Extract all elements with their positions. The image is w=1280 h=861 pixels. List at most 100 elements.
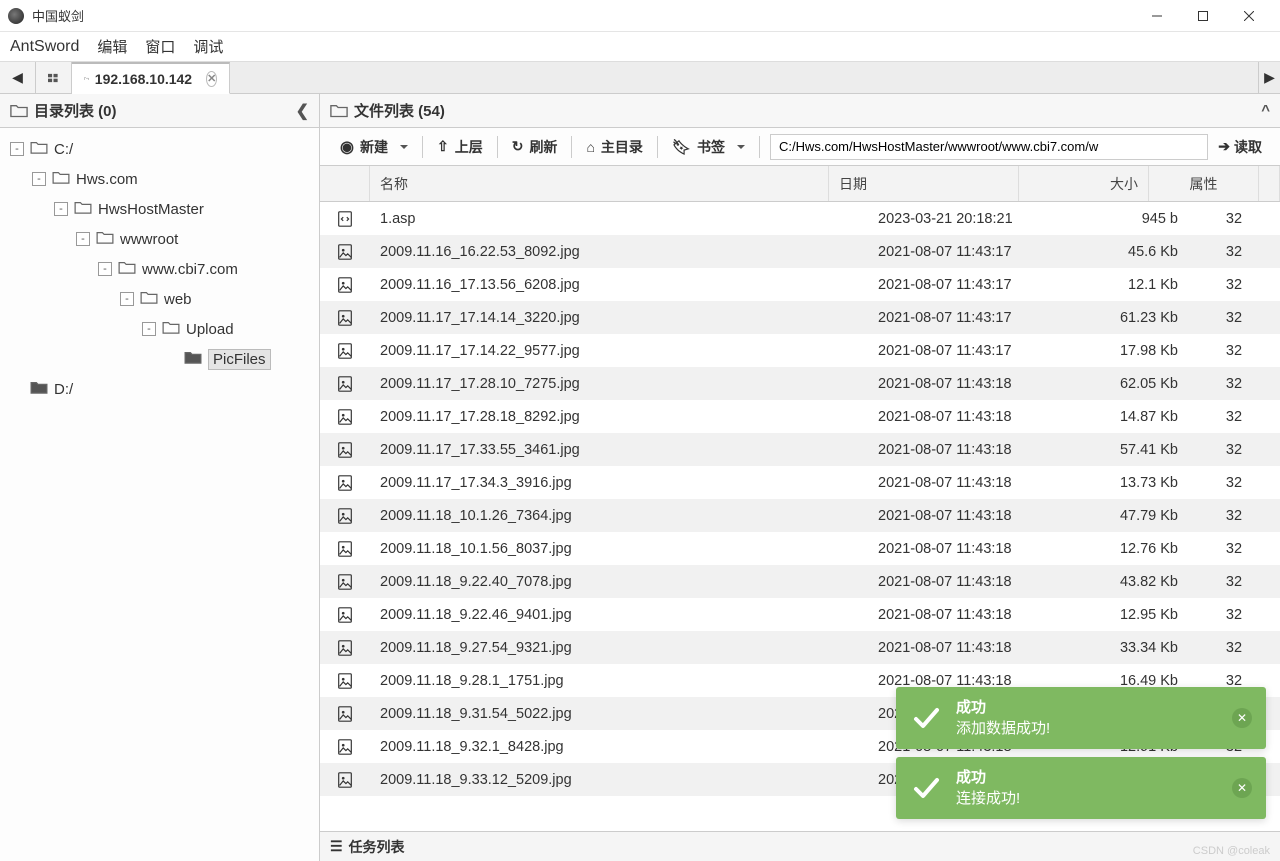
menu-window[interactable]: 窗口 [145, 36, 175, 57]
file-type-icon [320, 598, 370, 631]
tree-node[interactable]: -wwwroot [10, 224, 315, 254]
file-type-icon [320, 334, 370, 367]
file-name: 2009.11.18_10.1.56_8037.jpg [370, 532, 868, 565]
tree-node[interactable]: - www.cbi7.com [10, 254, 315, 284]
file-date: 2021-08-07 11:43:18 [868, 565, 1058, 598]
refresh-button[interactable]: ↻刷新 [500, 133, 570, 161]
folder-icon [140, 290, 164, 308]
table-row[interactable]: 2009.11.18_9.22.40_7078.jpg2021-08-07 11… [320, 565, 1280, 598]
read-button[interactable]: ➔读取 [1208, 137, 1272, 157]
file-size: 57.41 Kb [1058, 433, 1188, 466]
tab-next[interactable]: ▶ [1258, 62, 1280, 93]
expand-toggle[interactable]: - [10, 142, 24, 156]
minimize-button[interactable] [1134, 0, 1180, 32]
tree-label: HwsHostMaster [98, 201, 204, 218]
maximize-button[interactable] [1180, 0, 1226, 32]
table-row[interactable]: 2009.11.17_17.33.55_3461.jpg2021-08-07 1… [320, 433, 1280, 466]
menu-antsword[interactable]: AntSword [10, 38, 79, 56]
table-row[interactable]: 2009.11.17_17.28.10_7275.jpg2021-08-07 1… [320, 367, 1280, 400]
toast-title: 成功 [956, 767, 1218, 788]
file-size: 12.95 Kb [1058, 598, 1188, 631]
watermark: CSDN @coleak [1193, 845, 1270, 857]
tab-dashboard[interactable] [36, 62, 72, 93]
tree-node[interactable]: -Hws.com [10, 164, 315, 194]
table-row[interactable]: 2009.11.17_17.34.3_3916.jpg2021-08-07 11… [320, 466, 1280, 499]
expand-toggle[interactable]: - [98, 262, 112, 276]
table-row[interactable]: 2009.11.16_17.13.56_6208.jpg2021-08-07 1… [320, 268, 1280, 301]
task-bar[interactable]: ☰ 任务列表 [320, 831, 1280, 861]
file-date: 2021-08-07 11:43:18 [868, 598, 1058, 631]
file-date: 2021-08-07 11:43:17 [868, 301, 1058, 334]
toast-close-button[interactable]: ✕ [1232, 778, 1252, 798]
file-name: 2009.11.17_17.14.14_3220.jpg [370, 301, 868, 334]
tab-prev[interactable]: ◀ [0, 62, 36, 93]
collapse-up-icon[interactable]: ^ [1261, 102, 1270, 119]
tree-node[interactable]: -web [10, 284, 315, 314]
col-size[interactable]: 大小 [1019, 166, 1149, 201]
tab-host-label: 192.168.10.142 [95, 71, 192, 87]
expand-toggle[interactable]: - [54, 202, 68, 216]
table-row[interactable]: 2009.11.18_9.22.46_9401.jpg2021-08-07 11… [320, 598, 1280, 631]
tab-host[interactable]: 192.168.10.142 ✕ [72, 62, 230, 94]
table-row[interactable]: 1.asp2023-03-21 20:18:21945 b32 [320, 202, 1280, 235]
tree-node[interactable]: - HwsHostMaster [10, 194, 315, 224]
file-attr: 32 [1188, 334, 1280, 367]
file-size: 33.34 Kb [1058, 631, 1188, 664]
tree-node[interactable]: PicFiles [10, 344, 315, 374]
sidebar-header[interactable]: 目录列表 (0) ❮ [0, 94, 319, 128]
directory-tree[interactable]: -C:/-Hws.com-HwsHostMaster-wwwroot-www.c… [0, 128, 319, 861]
table-row[interactable]: 2009.11.17_17.14.22_9577.jpg2021-08-07 1… [320, 334, 1280, 367]
toast-body: 连接成功! [956, 788, 1218, 809]
folder-icon [10, 103, 28, 117]
table-row[interactable]: 2009.11.16_16.22.53_8092.jpg2021-08-07 1… [320, 235, 1280, 268]
file-date: 2021-08-07 11:43:18 [868, 367, 1058, 400]
file-date: 2021-08-07 11:43:18 [868, 499, 1058, 532]
file-attr: 32 [1188, 202, 1280, 235]
file-name: 2009.11.16_17.13.56_6208.jpg [370, 268, 868, 301]
file-name: 2009.11.18_9.22.46_9401.jpg [370, 598, 868, 631]
collapse-left-icon[interactable]: ❮ [296, 101, 309, 121]
expand-toggle[interactable]: - [120, 292, 134, 306]
col-name[interactable]: 名称 [370, 166, 829, 201]
bookmark-button[interactable]: 🔖︎书签 [660, 133, 757, 161]
expand-toggle[interactable]: - [32, 172, 46, 186]
toast-close-button[interactable]: ✕ [1232, 708, 1252, 728]
up-button[interactable]: ⇧上层 [425, 133, 495, 161]
file-type-icon [320, 532, 370, 565]
file-attr: 32 [1188, 301, 1280, 334]
expand-toggle[interactable]: - [142, 322, 156, 336]
toast-success: 成功添加数据成功! ✕ [896, 687, 1266, 749]
menu-debug[interactable]: 调试 [193, 36, 223, 57]
close-window-button[interactable] [1226, 0, 1272, 32]
home-button[interactable]: ⌂主目录 [574, 133, 654, 161]
tree-node[interactable]: -Upload [10, 314, 315, 344]
menu-edit[interactable]: 编辑 [97, 36, 127, 57]
window-title: 中国蚁剑 [32, 6, 1134, 25]
file-name: 2009.11.18_9.33.12_5209.jpg [370, 763, 868, 796]
tree-label: www.cbi7.com [142, 261, 238, 278]
tree-node[interactable]: D:/ [10, 374, 315, 404]
col-date[interactable]: 日期 [829, 166, 1019, 201]
app-icon [8, 8, 24, 24]
file-attr: 32 [1188, 565, 1280, 598]
titlebar: 中国蚁剑 [0, 0, 1280, 32]
check-icon [910, 772, 942, 804]
tree-node[interactable]: - C:/ [10, 134, 315, 164]
new-button[interactable]: ◉新建 [328, 133, 420, 161]
table-row[interactable]: 2009.11.17_17.28.18_8292.jpg2021-08-07 1… [320, 400, 1280, 433]
table-row[interactable]: 2009.11.18_10.1.56_8037.jpg2021-08-07 11… [320, 532, 1280, 565]
table-row[interactable]: 2009.11.17_17.14.14_3220.jpg2021-08-07 1… [320, 301, 1280, 334]
tree-label: PicFiles [208, 349, 271, 370]
col-attr[interactable]: 属性 [1149, 166, 1259, 201]
table-row[interactable]: 2009.11.18_9.27.54_9321.jpg2021-08-07 11… [320, 631, 1280, 664]
tree-label: C:/ [54, 141, 73, 158]
expand-toggle[interactable]: - [76, 232, 90, 246]
file-type-icon [320, 466, 370, 499]
up-icon: ⇧ [437, 138, 449, 155]
path-input[interactable] [770, 134, 1208, 160]
file-pane-header[interactable]: 文件列表 (54) ^ [320, 94, 1280, 128]
tab-close-icon[interactable]: ✕ [206, 71, 217, 87]
file-size: 62.05 Kb [1058, 367, 1188, 400]
table-row[interactable]: 2009.11.18_10.1.26_7364.jpg2021-08-07 11… [320, 499, 1280, 532]
file-attr: 32 [1188, 466, 1280, 499]
